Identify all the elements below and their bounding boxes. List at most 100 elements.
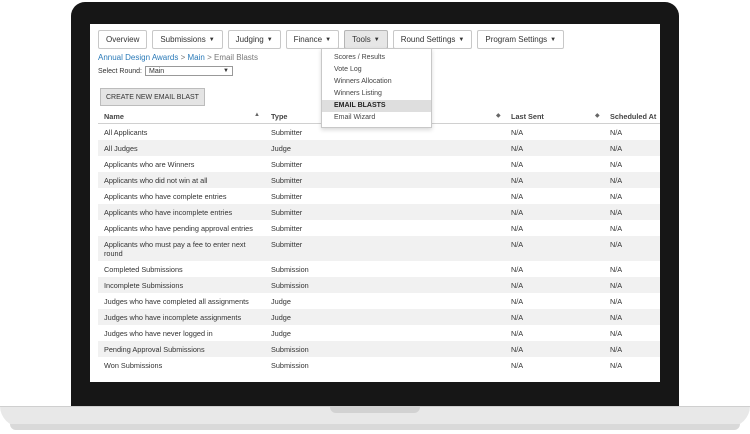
breadcrumb-separator: >: [180, 53, 186, 62]
row-scheduled-at: N/A: [610, 192, 623, 201]
nav-tab-label: Round Settings: [400, 35, 456, 44]
breadcrumb-round-link[interactable]: Main: [188, 53, 205, 62]
row-type: Submitter: [271, 224, 303, 233]
nav-tab-label: Tools: [352, 35, 371, 44]
row-type: Submission: [271, 361, 309, 370]
round-selector-row: Select Round: Main ▼: [98, 66, 233, 76]
column-header-scheduled-at[interactable]: Scheduled At: [610, 112, 656, 121]
main-nav: Overview Submissions ▼ Judging ▼ Finance ▼ Tool…: [98, 30, 565, 49]
table-row[interactable]: All Judges Judge N/A N/A: [98, 140, 660, 156]
row-name: Incomplete Submissions: [104, 281, 184, 290]
table-row[interactable]: Judges who have never logged in Judge N/A N…: [98, 325, 660, 341]
row-scheduled-at: N/A: [610, 176, 623, 185]
menu-item-winners-allocation[interactable]: Winners Allocation: [322, 76, 431, 88]
row-type: Submitter: [271, 128, 303, 137]
row-scheduled-at: N/A: [610, 240, 623, 249]
row-name: Applicants who have incomplete entries: [104, 208, 233, 217]
caret-down-icon: ▼: [458, 36, 465, 43]
row-type: Submission: [271, 265, 309, 274]
row-last-sent: N/A: [511, 361, 524, 370]
row-type: Judge: [271, 329, 291, 338]
row-last-sent: N/A: [511, 329, 524, 338]
row-name: Pending Approval Submissions: [104, 345, 205, 354]
column-header-last-sent[interactable]: Last Sent: [511, 112, 544, 121]
nav-tab-label: Finance: [293, 35, 323, 44]
table-row[interactable]: Applicants who have pending approval ent…: [98, 220, 660, 236]
row-scheduled-at: N/A: [610, 128, 623, 137]
row-type: Submission: [271, 345, 309, 354]
table-row[interactable]: Completed Submissions Submission N/A N/A: [98, 261, 660, 277]
caret-down-icon: ▼: [550, 36, 557, 43]
row-scheduled-at: N/A: [610, 208, 623, 217]
row-scheduled-at: N/A: [610, 329, 623, 338]
laptop-notch: [330, 407, 420, 413]
column-header-name[interactable]: Name: [104, 112, 264, 121]
row-last-sent: N/A: [511, 240, 524, 249]
breadcrumb-current: Email Blasts: [213, 53, 258, 62]
sort-asc-icon[interactable]: ▲: [254, 112, 260, 118]
table-row[interactable]: Pending Approval Submissions Submission N/…: [98, 341, 660, 357]
row-name: Applicants who have pending approval ent…: [104, 224, 253, 233]
row-name: Judges who have incomplete assignments: [104, 313, 242, 322]
table-row[interactable]: Applicants who have incomplete entries Su…: [98, 204, 660, 220]
menu-item-email-blasts[interactable]: EMAIL BLASTS: [322, 100, 431, 112]
row-scheduled-at: N/A: [610, 265, 623, 274]
row-type: Judge: [271, 144, 291, 153]
nav-tab-program-settings[interactable]: Program Settings ▼: [477, 30, 565, 49]
nav-tab-tools[interactable]: Tools ▼: [344, 30, 388, 49]
table-row[interactable]: Incomplete Submissions Submission N/A N/A: [98, 277, 660, 293]
row-last-sent: N/A: [511, 313, 524, 322]
row-last-sent: N/A: [511, 345, 524, 354]
nav-tab-label: Judging: [235, 35, 264, 44]
round-select-label: Select Round:: [98, 67, 142, 75]
row-last-sent: N/A: [511, 224, 524, 233]
sort-icon[interactable]: ◆: [496, 112, 501, 119]
row-last-sent: N/A: [511, 128, 524, 137]
row-name: Judges who have never logged in: [104, 329, 213, 338]
row-type: Submitter: [271, 192, 303, 201]
round-select[interactable]: Main ▼: [144, 66, 233, 76]
table-body: All Applicants Submitter N/A N/A All Judges J…: [98, 124, 660, 373]
sort-icon[interactable]: ◆: [595, 112, 600, 119]
nav-tab-submissions[interactable]: Submissions ▼: [152, 30, 223, 49]
nav-tab-round-settings[interactable]: Round Settings ▼: [392, 30, 473, 49]
row-type: Submitter: [271, 208, 303, 217]
row-scheduled-at: N/A: [610, 144, 623, 153]
row-scheduled-at: N/A: [610, 313, 623, 322]
nav-tab-finance[interactable]: Finance ▼: [285, 30, 340, 49]
row-last-sent: N/A: [511, 208, 524, 217]
email-blasts-table: Name ▲ Type ◆ Last Sent ◆ Scheduled At A…: [98, 108, 660, 373]
row-scheduled-at: N/A: [610, 160, 623, 169]
table-row[interactable]: Applicants who did not win at all Submitt…: [98, 172, 660, 188]
create-email-blast-button[interactable]: CREATE NEW EMAIL BLAST: [100, 88, 205, 106]
nav-tab-overview[interactable]: Overview: [98, 30, 148, 49]
column-header-type[interactable]: Type: [271, 112, 288, 121]
breadcrumb-program-link[interactable]: Annual Design Awards: [98, 53, 178, 62]
row-scheduled-at: N/A: [610, 345, 623, 354]
caret-down-icon: ▼: [373, 36, 380, 43]
row-last-sent: N/A: [511, 265, 524, 274]
table-row[interactable]: Applicants who have complete entries Subm…: [98, 188, 660, 204]
nav-tab-judging[interactable]: Judging ▼: [227, 30, 281, 49]
caret-down-icon: ▼: [325, 36, 332, 43]
row-type: Judge: [271, 297, 291, 306]
row-last-sent: N/A: [511, 297, 524, 306]
menu-item-vote-log[interactable]: Vote Log: [322, 64, 431, 76]
row-scheduled-at: N/A: [610, 361, 623, 370]
row-name: Applicants who did not win at all: [104, 176, 208, 185]
menu-item-scores-results[interactable]: Scores / Results: [322, 52, 431, 64]
table-row[interactable]: Judges who have incomplete assignments Ju…: [98, 309, 660, 325]
menu-item-winners-listing[interactable]: Winners Listing: [322, 88, 431, 100]
table-row[interactable]: Judges who have completed all assignment…: [98, 293, 660, 309]
chevron-down-icon: ▼: [223, 68, 229, 74]
row-name: Applicants who are Winners: [104, 160, 195, 169]
table-row[interactable]: Applicants who must pay a fee to enter n…: [98, 236, 660, 261]
table-row[interactable]: Applicants who are Winners Submitter N/A N/…: [98, 156, 660, 172]
row-scheduled-at: N/A: [610, 224, 623, 233]
row-type: Submitter: [271, 160, 303, 169]
table-row[interactable]: Won Submissions Submission N/A N/A: [98, 357, 660, 373]
laptop-shadow: [10, 424, 740, 430]
menu-item-email-wizard[interactable]: Email Wizard: [322, 112, 431, 124]
breadcrumb-separator: >: [207, 53, 212, 62]
round-select-value: Main: [148, 67, 165, 75]
